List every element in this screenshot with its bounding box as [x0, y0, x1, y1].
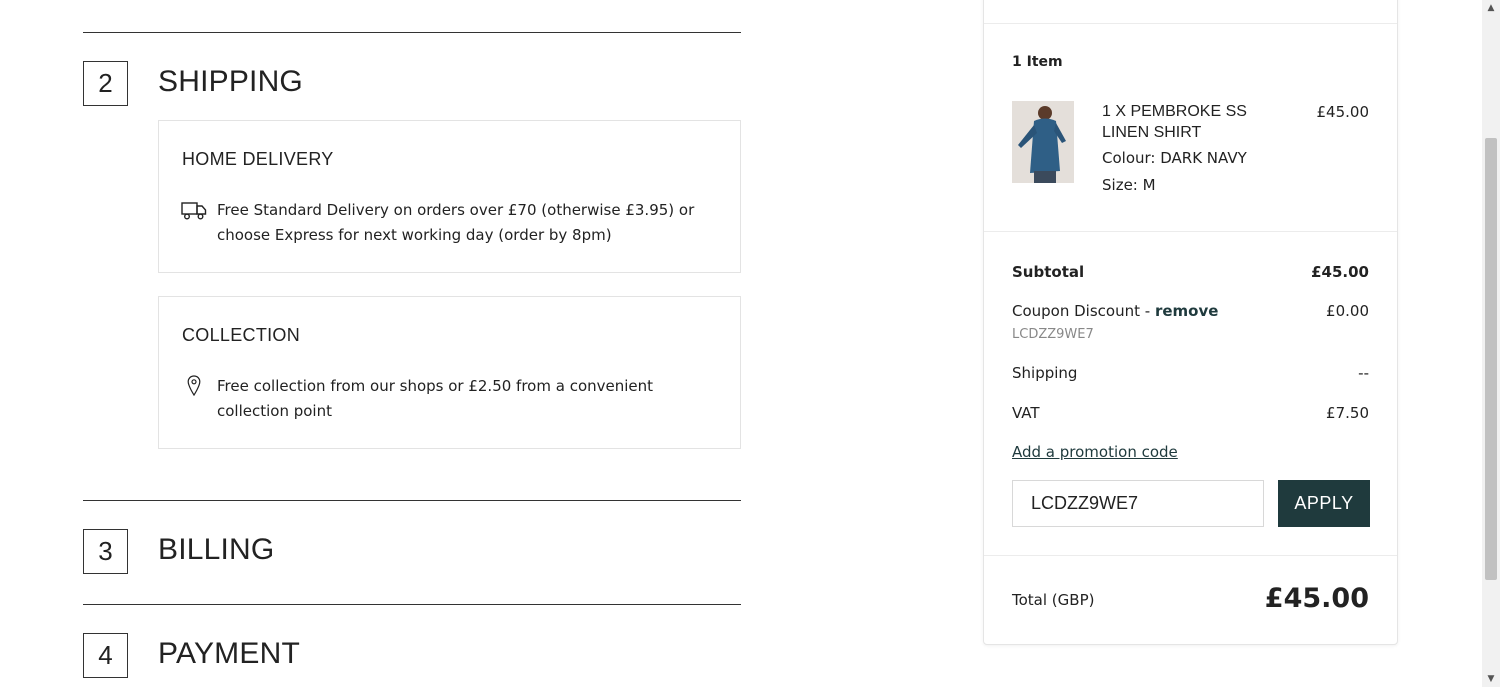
subtotal-value: £45.00: [1311, 263, 1369, 281]
product-colour: Colour: DARK NAVY: [1102, 149, 1247, 167]
product-image[interactable]: [1012, 101, 1074, 183]
divider-payment: [83, 604, 741, 605]
shipping-value: --: [1358, 364, 1369, 382]
coupon-value: £0.00: [1326, 302, 1369, 320]
option-description: Free Standard Delivery on orders over £7…: [217, 201, 695, 244]
subtotal-label: Subtotal: [1012, 263, 1085, 281]
step-title-billing[interactable]: BILLING: [158, 533, 274, 567]
coupon-code: LCDZZ9WE7: [1012, 327, 1094, 342]
coupon-remove-link[interactable]: remove: [1155, 302, 1218, 320]
step-number-billing: 3: [83, 529, 128, 574]
divider-billing: [83, 500, 741, 501]
step-number-shipping: 2: [83, 61, 128, 106]
order-summary-card: 1 Item 1 X PEMBROKE SS LINEN SHIRT £45.0…: [983, 0, 1398, 645]
page-scrollbar[interactable]: ▲ ▼: [1482, 0, 1500, 687]
scroll-up-arrow-icon[interactable]: ▲: [1482, 0, 1500, 16]
step-number-payment: 4: [83, 633, 128, 678]
add-promotion-code-link[interactable]: Add a promotion code: [1012, 443, 1178, 461]
product-price: £45.00: [1316, 103, 1370, 121]
shipping-option-home-delivery[interactable]: HOME DELIVERY Free Standard Delivery on …: [158, 120, 741, 273]
card-divider: [984, 23, 1397, 24]
option-title: HOME DELIVERY: [182, 149, 334, 169]
coupon-label: Coupon Discount -: [1012, 302, 1155, 320]
shipping-label: Shipping: [1012, 364, 1078, 382]
step-title-shipping: SHIPPING: [158, 65, 303, 98]
promo-code-input[interactable]: [1012, 480, 1264, 527]
total-value: £45.00: [1264, 583, 1369, 614]
shipping-option-collection[interactable]: COLLECTION Free collection from our shop…: [158, 296, 741, 449]
divider-top: [83, 32, 741, 33]
product-size: Size: M: [1102, 176, 1156, 194]
option-title: COLLECTION: [182, 325, 301, 345]
vat-value: £7.50: [1326, 404, 1369, 422]
card-divider: [984, 231, 1397, 232]
product-name: 1 X PEMBROKE SS LINEN SHIRT: [1102, 103, 1247, 141]
truck-icon: [181, 201, 207, 225]
coupon-row: Coupon Discount - remove: [1012, 302, 1218, 320]
total-label: Total (GBP): [1012, 591, 1095, 609]
scroll-down-arrow-icon[interactable]: ▼: [1482, 671, 1500, 687]
vat-label: VAT: [1012, 404, 1040, 422]
scroll-thumb[interactable]: [1485, 138, 1497, 580]
item-count: 1 Item: [1012, 54, 1063, 70]
card-divider: [984, 555, 1397, 556]
apply-button[interactable]: APPLY: [1278, 480, 1370, 527]
location-pin-icon: [187, 375, 201, 401]
option-description: Free collection from our shops or £2.50 …: [217, 377, 654, 420]
step-title-payment[interactable]: PAYMENT: [158, 637, 300, 671]
